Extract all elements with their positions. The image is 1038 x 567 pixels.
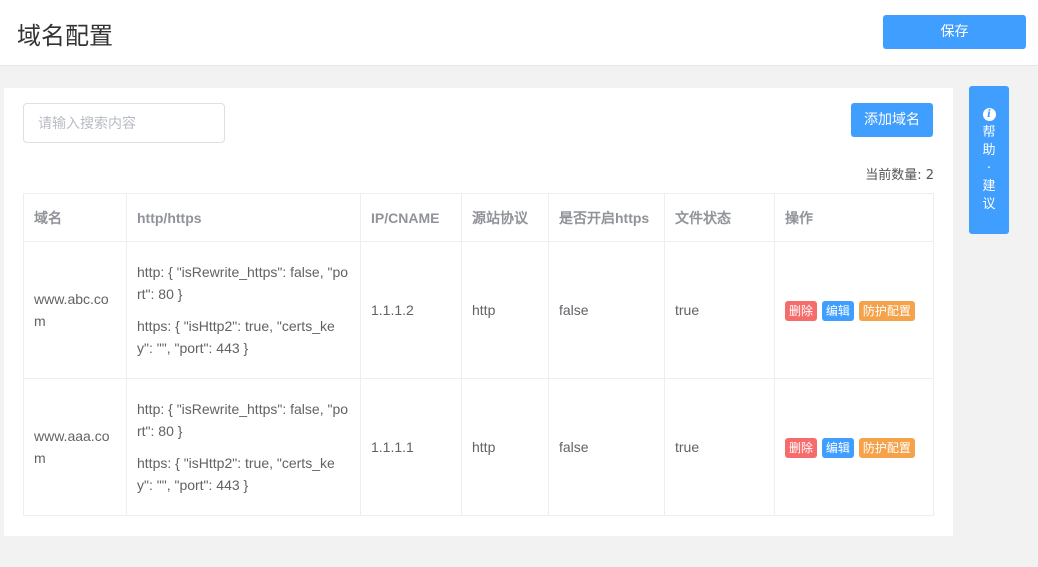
page-header: 域名配置 保存 (0, 0, 1038, 66)
protocol-cell: http (461, 378, 549, 516)
http-config: http: { "isRewrite_https": false, "port"… (137, 401, 349, 439)
page-title: 域名配置 (17, 22, 113, 50)
actions-cell: 删除 编辑 防护配置 (774, 378, 934, 516)
add-domain-button[interactable]: 添加域名 (851, 103, 933, 137)
ip-cell: 1.1.1.1 (360, 378, 462, 516)
column-header-domain: 域名 (23, 193, 127, 242)
column-header-ip: IP/CNAME (360, 193, 462, 242)
file-status-cell: true (664, 378, 775, 516)
file-status-cell: true (664, 241, 775, 379)
protect-config-button[interactable]: 防护配置 (858, 438, 915, 458)
column-header-protocol: 源站协议 (461, 193, 549, 242)
protect-config-button[interactable]: 防护配置 (858, 301, 915, 321)
domain-table: 域名 http/https IP/CNAME 源站协议 是否开启https 文件… (23, 193, 934, 516)
https-config: https: { "isHttp2": true, "certs_key": "… (137, 455, 335, 493)
domain-panel: 添加域名 当前数量: 2 域名 http/https IP/CNAME 源站协议… (4, 88, 953, 536)
actions-cell: 删除 编辑 防护配置 (774, 241, 934, 379)
https-enabled-cell: false (548, 378, 665, 516)
domain-count: 当前数量: 2 (865, 168, 934, 183)
delete-button[interactable]: 删除 (785, 301, 818, 321)
edit-button[interactable]: 编辑 (821, 438, 854, 458)
help-feedback-button[interactable]: i 帮助·建议 (969, 86, 1009, 234)
column-header-http: http/https (126, 193, 361, 242)
ip-cell: 1.1.1.2 (360, 241, 462, 379)
column-header-actions: 操作 (774, 193, 934, 242)
search-input[interactable] (23, 103, 225, 143)
domain-cell: www.aaa.com (23, 378, 127, 516)
table-row: www.abc.com http: { "isRewrite_https": f… (23, 241, 934, 379)
save-button[interactable]: 保存 (883, 15, 1026, 49)
column-header-file-status: 文件状态 (664, 193, 775, 242)
http-config-cell: http: { "isRewrite_https": false, "port"… (126, 378, 361, 516)
protocol-cell: http (461, 241, 549, 379)
column-header-https-enabled: 是否开启https (548, 193, 665, 242)
http-config: http: { "isRewrite_https": false, "port"… (137, 264, 349, 302)
delete-button[interactable]: 删除 (785, 438, 818, 458)
http-config-cell: http: { "isRewrite_https": false, "port"… (126, 241, 361, 379)
table-header-row: 域名 http/https IP/CNAME 源站协议 是否开启https 文件… (23, 193, 934, 242)
info-icon: i (982, 108, 996, 121)
help-label: 帮助·建议 (982, 125, 996, 212)
https-enabled-cell: false (548, 241, 665, 379)
edit-button[interactable]: 编辑 (821, 301, 854, 321)
https-config: https: { "isHttp2": true, "certs_key": "… (137, 318, 335, 356)
table-row: www.aaa.com http: { "isRewrite_https": f… (23, 378, 934, 516)
domain-cell: www.abc.com (23, 241, 127, 379)
